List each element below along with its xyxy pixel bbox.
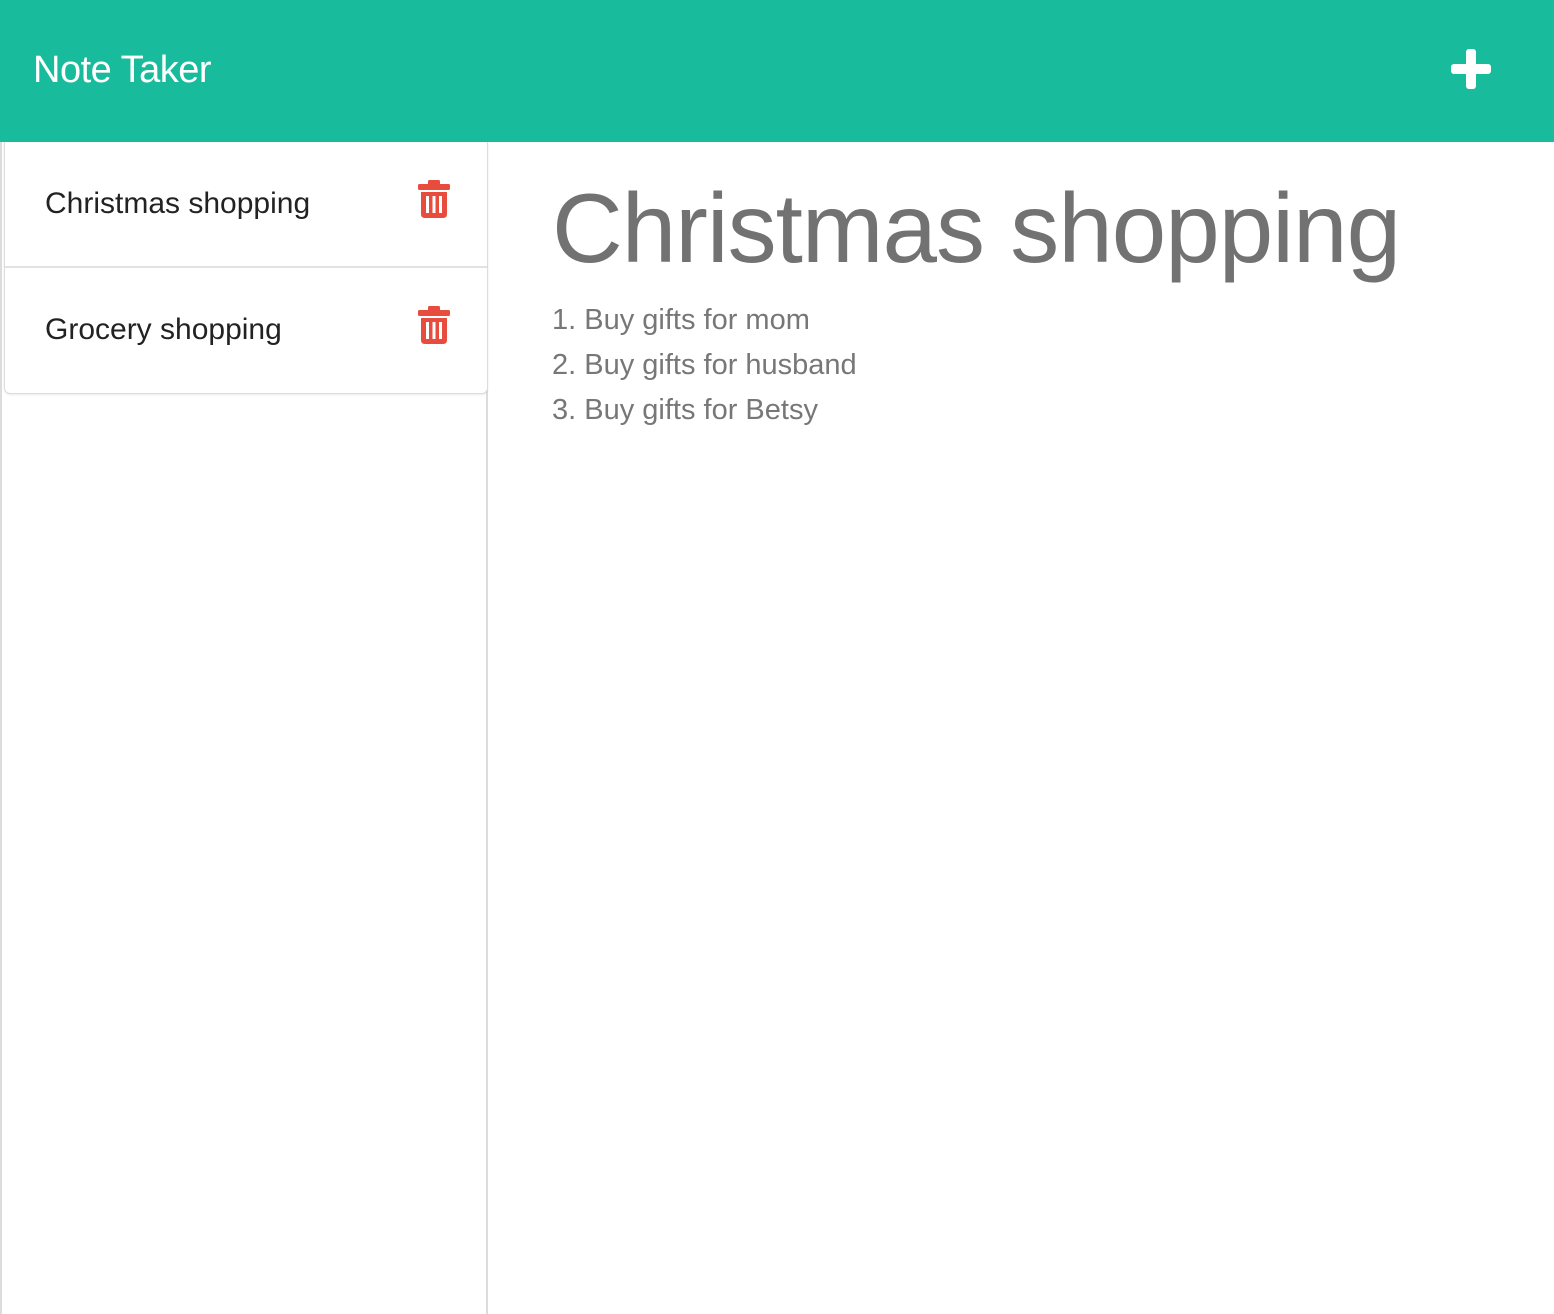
note-line: 2. Buy gifts for husband (552, 349, 857, 381)
note-title-field[interactable]: Christmas shopping (552, 168, 1401, 288)
note-line: 3. Buy gifts for Betsy (552, 394, 818, 426)
note-line: 1. Buy gifts for mom (552, 304, 810, 336)
delete-note-button[interactable] (418, 306, 450, 344)
note-title: Grocery shopping (45, 313, 282, 346)
note-text-field[interactable]: 1. Buy gifts for mom 2. Buy gifts for hu… (552, 298, 1512, 433)
app-title[interactable]: Note Taker (33, 46, 212, 94)
note-list: Christmas shopping Grocery shopping (4, 142, 488, 394)
delete-note-button[interactable] (418, 180, 450, 218)
trash-icon (418, 306, 450, 344)
plus-icon (1451, 49, 1491, 89)
list-item[interactable]: Christmas shopping (5, 142, 487, 268)
new-note-button[interactable] (1446, 44, 1496, 94)
list-item[interactable]: Grocery shopping (5, 268, 487, 393)
sidebar: Christmas shopping Grocery shopping (0, 142, 488, 1314)
note-editor: Christmas shopping 1. Buy gifts for mom … (490, 142, 1554, 1314)
note-title: Christmas shopping (45, 187, 311, 220)
navbar: Note Taker (0, 0, 1554, 142)
trash-icon (418, 180, 450, 218)
